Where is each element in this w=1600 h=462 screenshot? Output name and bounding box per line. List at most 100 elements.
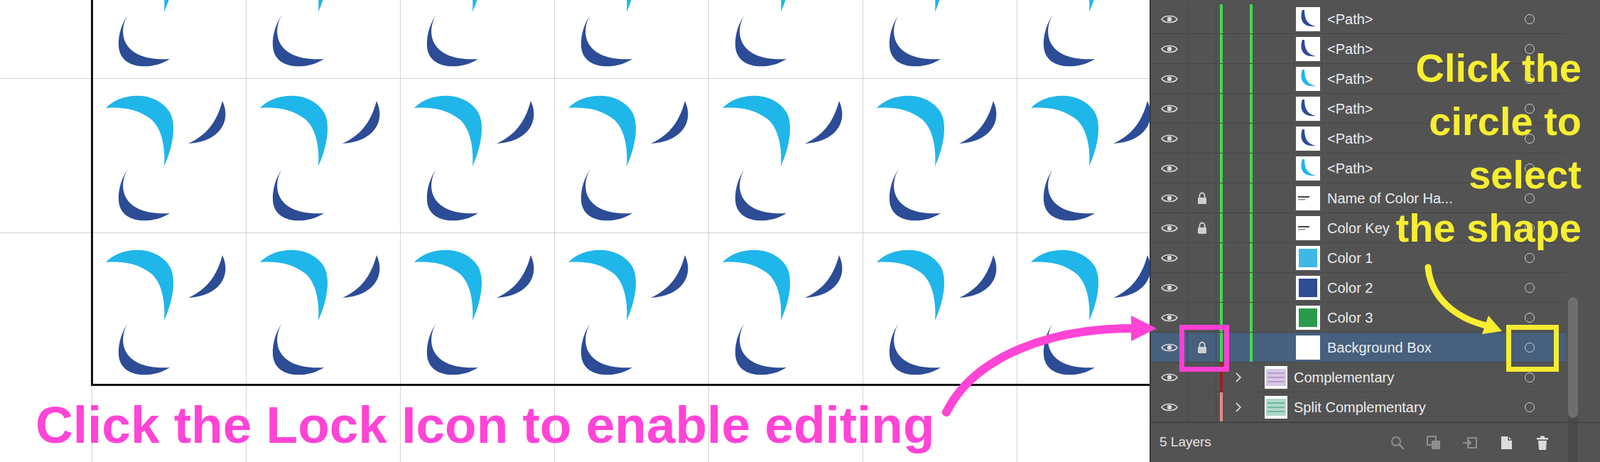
scroll-track[interactable]: [1568, 296, 1578, 462]
layer-name[interactable]: Background Box: [1327, 336, 1516, 359]
hint-line: select: [1396, 147, 1582, 202]
target-circle-icon[interactable]: [1524, 312, 1535, 323]
delete-icon[interactable]: [1534, 434, 1551, 451]
layer-row[interactable]: Color 2: [1150, 272, 1566, 303]
lock-toggle[interactable]: [1187, 242, 1217, 273]
lock-toggle[interactable]: [1187, 153, 1217, 183]
visibility-toggle[interactable]: [1150, 93, 1188, 123]
item-thumbnail: [1295, 215, 1321, 241]
target-highlight-box: [1506, 324, 1559, 372]
layer-row[interactable]: <Path>: [1150, 4, 1566, 35]
eye-icon: [1160, 311, 1178, 324]
eye-icon: [1160, 132, 1178, 145]
color-swatch: [1298, 278, 1318, 297]
layer-row[interactable]: Split Complementary: [1150, 392, 1566, 423]
path-thumbnail-icon: [1295, 66, 1321, 91]
lock-toggle[interactable]: [1187, 272, 1217, 302]
new-icon[interactable]: [1498, 434, 1515, 451]
target-circle-icon[interactable]: [1524, 252, 1535, 263]
lock-toggle[interactable]: [1187, 213, 1217, 243]
visibility-toggle[interactable]: [1150, 34, 1188, 64]
lock-toggle[interactable]: [1187, 63, 1217, 94]
visibility-toggle[interactable]: [1150, 272, 1188, 302]
visibility-toggle[interactable]: [1150, 392, 1188, 422]
sublayer-indent-bar: [1249, 183, 1253, 213]
layer-row[interactable]: Color 3: [1150, 302, 1566, 333]
target-button[interactable]: [1515, 302, 1544, 332]
scroll-thumb[interactable]: [1568, 296, 1578, 418]
lock-toggle[interactable]: [1187, 93, 1217, 123]
visibility-toggle[interactable]: [1150, 362, 1188, 392]
visibility-toggle[interactable]: [1150, 4, 1188, 34]
visibility-toggle[interactable]: [1150, 213, 1188, 243]
expand-toggle[interactable]: [1222, 362, 1254, 392]
eye-icon: [1160, 222, 1178, 234]
layer-row[interactable]: Background Box: [1150, 332, 1566, 363]
item-thumbnail: [1295, 305, 1321, 330]
lock-toggle[interactable]: [1187, 34, 1217, 64]
pink-arrow-icon: [946, 328, 1133, 413]
sublayer-indent-bar: [1249, 34, 1253, 64]
layer-thumbnail: [1264, 395, 1288, 419]
visibility-toggle[interactable]: [1150, 332, 1188, 362]
visibility-toggle[interactable]: [1150, 302, 1188, 332]
layer-color-bar: [1219, 34, 1223, 64]
color-swatch: [1298, 308, 1318, 327]
path-thumbnail-icon: [1295, 36, 1321, 62]
layer-name[interactable]: <Path>: [1327, 8, 1516, 30]
target-circle-icon[interactable]: [1524, 342, 1535, 353]
lock-toggle[interactable]: [1187, 4, 1217, 34]
layer-row[interactable]: Complementary: [1150, 362, 1566, 393]
item-thumbnail: [1295, 156, 1321, 181]
sublayer-indent-bar: [1249, 332, 1253, 362]
sublayer-indent-bar: [1249, 242, 1253, 273]
visibility-toggle[interactable]: [1150, 153, 1188, 183]
lock-toggle[interactable]: [1187, 183, 1217, 213]
lock-toggle[interactable]: [1187, 392, 1217, 422]
illustrator-window: <Path><Path><Path><Path><Path><Path>Name…: [0, 0, 1600, 462]
target-circle-icon[interactable]: [1524, 14, 1535, 25]
hint-line: circle to: [1396, 94, 1582, 148]
layer-color-bar: [1219, 332, 1223, 362]
target-button[interactable]: [1515, 272, 1544, 302]
lock-icon: [1197, 341, 1208, 354]
pink-arrowhead-icon: [1131, 315, 1157, 342]
layer-color-bar: [1219, 93, 1223, 123]
eye-icon: [1160, 73, 1178, 85]
lock-toggle[interactable]: [1187, 302, 1217, 332]
target-button[interactable]: [1515, 4, 1544, 34]
target-circle-icon[interactable]: [1524, 372, 1535, 383]
lock-toggle[interactable]: [1187, 123, 1217, 153]
path-thumbnail-icon: [1295, 156, 1321, 181]
layer-name[interactable]: Color 3: [1327, 306, 1516, 329]
target-button[interactable]: [1515, 332, 1544, 362]
target-button[interactable]: [1515, 362, 1544, 392]
layer-color-bar: [1219, 153, 1223, 183]
layer-color-bar: [1219, 4, 1223, 34]
target-circle-icon[interactable]: [1524, 402, 1535, 413]
expand-toggle[interactable]: [1222, 392, 1254, 422]
layer-name[interactable]: Color 2: [1327, 277, 1516, 299]
layer-name[interactable]: Complementary: [1293, 366, 1516, 388]
visibility-toggle[interactable]: [1150, 123, 1188, 153]
target-circle-icon[interactable]: [1524, 282, 1535, 293]
move-icon: [1462, 434, 1478, 451]
item-thumbnail: [1295, 335, 1321, 360]
color-swatch: [1298, 248, 1318, 268]
layer-thumbnail: [1264, 365, 1288, 389]
lock-toggle[interactable]: [1187, 362, 1217, 392]
visibility-toggle[interactable]: [1150, 183, 1188, 213]
eye-icon: [1160, 103, 1178, 115]
chevron-icon[interactable]: [1234, 402, 1242, 413]
chevron-icon[interactable]: [1234, 372, 1242, 383]
item-thumbnail: [1295, 66, 1321, 91]
target-button[interactable]: [1515, 392, 1544, 422]
visibility-toggle[interactable]: [1150, 63, 1188, 94]
yellow-arrowhead-icon: [1482, 315, 1502, 334]
lock-toggle[interactable]: [1187, 332, 1217, 362]
annotation-arrows: [0, 0, 1600, 462]
lock-icon: [1197, 221, 1208, 235]
visibility-toggle[interactable]: [1150, 242, 1188, 273]
layer-name[interactable]: Split Complementary: [1293, 396, 1516, 418]
artboard-canvas[interactable]: [0, 0, 1150, 462]
